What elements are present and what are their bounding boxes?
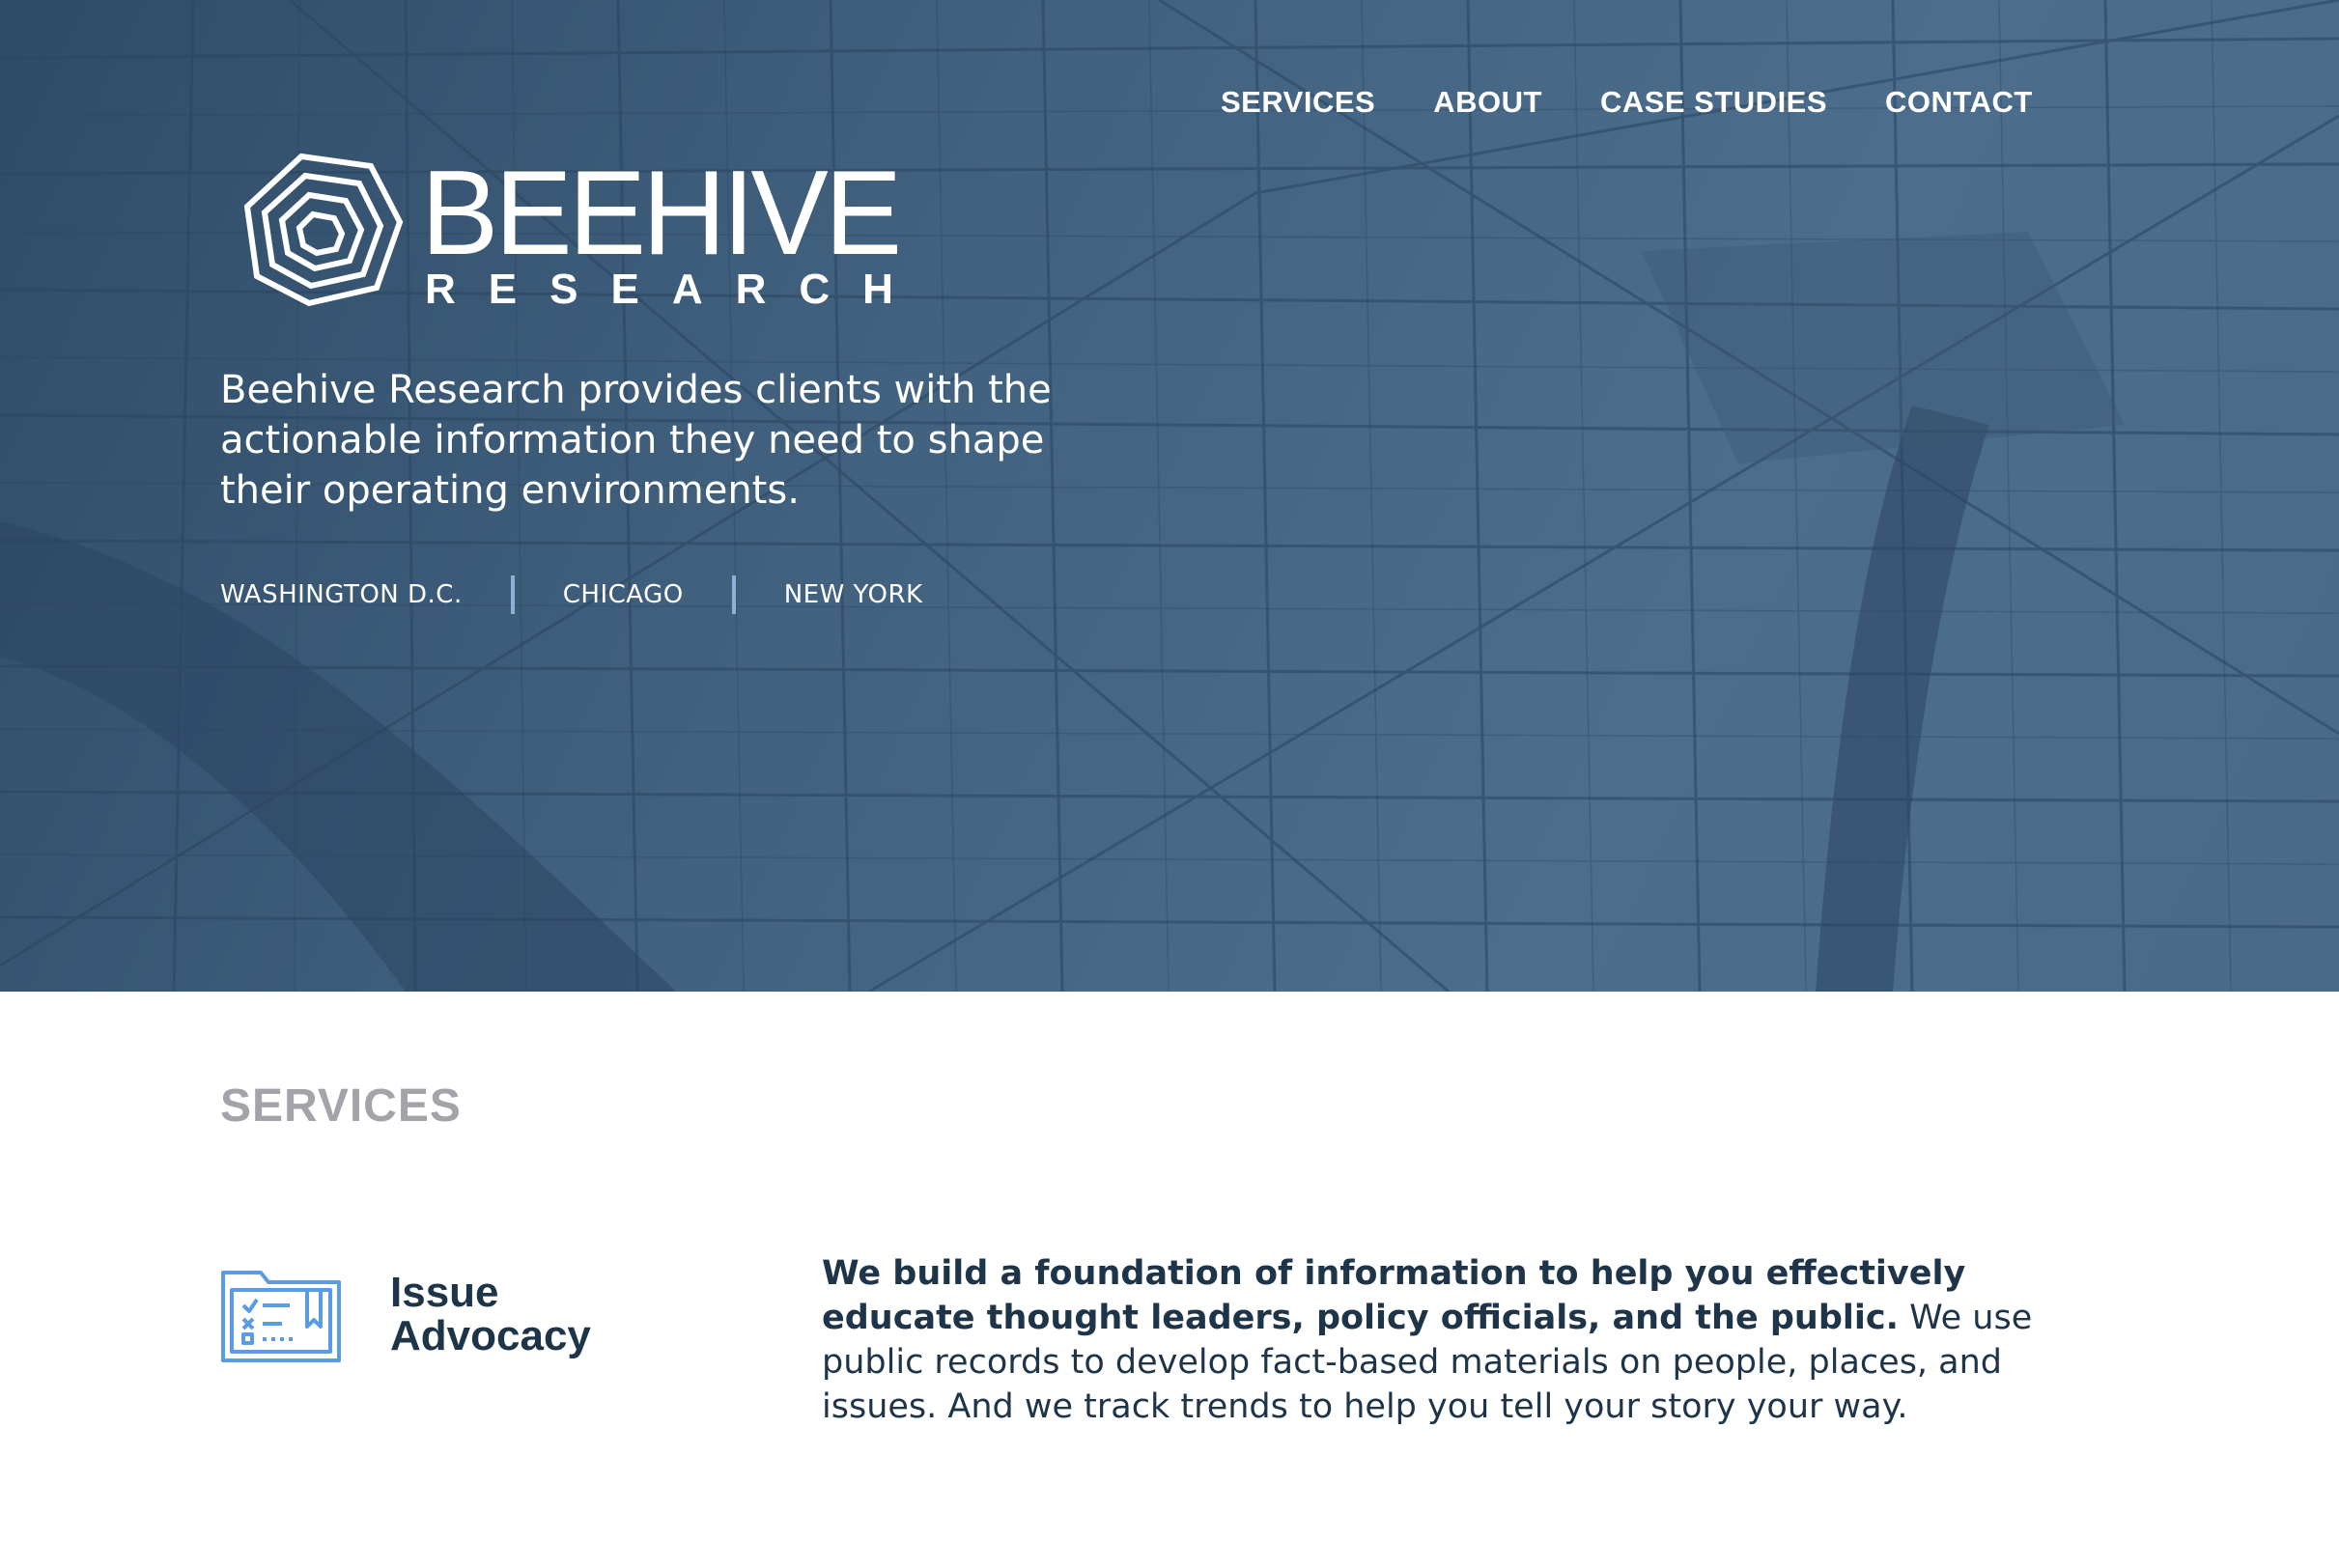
main-nav: SERVICES ABOUT CASE STUDIES CONTACT — [1221, 85, 2033, 120]
nav-about-link[interactable]: ABOUT — [1433, 85, 1542, 120]
office-locations: WASHINGTON D.C. CHICAGO NEW YORK — [220, 575, 923, 614]
city-divider — [510, 575, 515, 614]
service-title: Issue Advocacy — [390, 1269, 591, 1359]
city-divider — [731, 575, 736, 614]
hero-section: SERVICES ABOUT CASE STUDIES CONTACT BEEH… — [0, 0, 2339, 992]
hero-tagline: Beehive Research provides clients with t… — [220, 368, 1052, 513]
nav-case-studies-link[interactable]: CASE STUDIES — [1600, 85, 1827, 120]
folder-checklist-icon — [221, 1271, 341, 1362]
logo-wordmark: BEEHIVE — [421, 147, 902, 280]
nav-contact-link[interactable]: CONTACT — [1885, 85, 2033, 120]
city-new-york: NEW YORK — [783, 580, 923, 609]
nav-services-link[interactable]: SERVICES — [1221, 85, 1375, 120]
city-chicago: CHICAGO — [562, 580, 684, 609]
city-washington: WASHINGTON D.C. — [220, 580, 463, 609]
service-description: We build a foundation of information to … — [822, 1251, 2106, 1429]
service-lead: We build a foundation of information to … — [822, 1254, 1966, 1337]
services-heading: SERVICES — [220, 1080, 462, 1132]
brand-logo[interactable]: BEEHIVE RESEARCH — [243, 147, 910, 311]
logo-subtitle: RESEARCH — [425, 266, 926, 313]
hexagon-logo-icon — [243, 153, 404, 307]
